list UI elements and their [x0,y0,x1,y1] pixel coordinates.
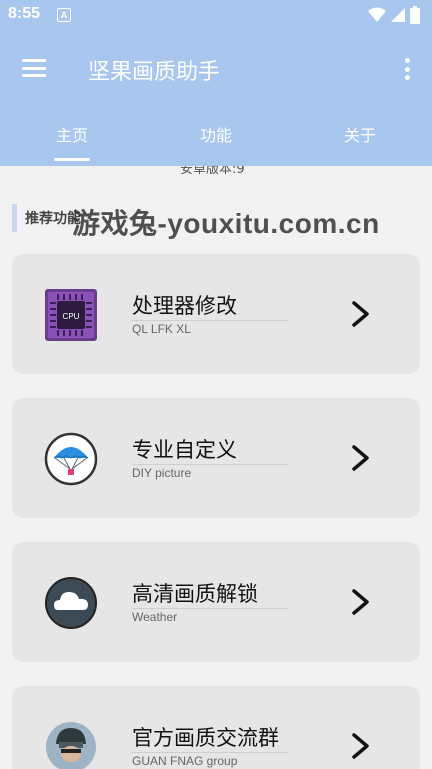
app-bar: 坚果画质助手 主页 功能 关于 [0,30,432,166]
card-cpu-modify[interactable]: CPU 处理器修改 QL LFK XL [12,254,420,374]
card-divider [132,320,288,321]
card-divider [132,608,288,609]
battery-icon [410,6,420,24]
more-options-icon[interactable] [404,58,410,80]
chevron-right-icon [352,589,369,615]
cpu-icon: CPU [45,289,97,341]
card-divider [132,752,288,753]
app-title: 坚果画质助手 [88,60,221,85]
tab-about[interactable]: 关于 [288,122,432,146]
status-icons [368,6,420,24]
tab-bar: 主页 功能 关于 [0,118,432,166]
tab-features[interactable]: 功能 [144,122,288,146]
tab-indicator [54,158,90,161]
card-divider [132,464,288,465]
status-bar: 8:55 A [0,0,432,30]
card-title: 官方画质交流群 [132,726,279,750]
parachute-icon [44,432,98,486]
card-title: 专业自定义 [132,438,237,462]
status-time: 8:55 [8,5,41,22]
home-content: 安卓版本:9 推荐功能 游戏兔-youxitu.com.cn CPU 处理器修改… [0,166,432,769]
chevron-right-icon [352,301,369,327]
android-version-text: 安卓版本:9 [180,166,245,177]
soldier-avatar-icon [46,722,96,769]
card-hd-unlock[interactable]: 高清画质解锁 Weather [12,542,420,662]
signal-icon [391,8,405,22]
section-accent-bar [12,204,17,232]
section-header: 推荐功能 [12,204,81,232]
card-title: 处理器修改 [132,294,237,318]
card-subtitle: Weather [132,610,178,624]
notification-icon: A [57,8,71,22]
card-official-group[interactable]: 官方画质交流群 GUAN FNAG group [12,686,420,769]
menu-icon[interactable] [22,59,46,77]
card-title: 高清画质解锁 [132,582,258,606]
card-subtitle: DIY picture [132,466,192,480]
svg-text:CPU: CPU [63,312,80,321]
card-diy-custom[interactable]: 专业自定义 DIY picture [12,398,420,518]
card-subtitle: QL LFK XL [132,322,191,336]
wifi-icon [368,7,386,22]
card-subtitle: GUAN FNAG group [132,754,238,768]
chevron-right-icon [352,733,369,759]
chevron-right-icon [352,445,369,471]
tab-home[interactable]: 主页 [0,122,144,146]
cloud-icon [45,577,97,629]
watermark: 游戏兔-youxitu.com.cn [72,208,380,239]
